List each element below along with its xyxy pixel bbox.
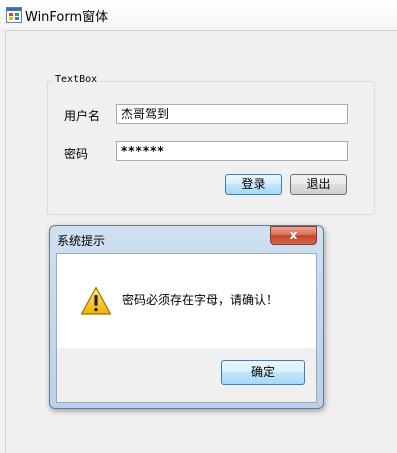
warning-icon	[80, 286, 112, 315]
window-title: WinForm窗体	[25, 10, 109, 25]
ok-button[interactable]: 确定	[221, 360, 305, 385]
password-input[interactable]: ******	[116, 141, 348, 161]
main-titlebar[interactable]: WinForm窗体	[0, 0, 397, 30]
message-box-title: 系统提示	[57, 234, 106, 248]
close-icon: x	[289, 228, 298, 242]
password-label: 密码	[64, 147, 89, 161]
close-button[interactable]: x	[270, 226, 317, 245]
message-text: 密码必须存在字母，请确认！	[122, 293, 279, 307]
username-label: 用户名	[64, 109, 101, 123]
username-input[interactable]: 杰哥驾到	[116, 104, 348, 124]
winform-app-icon	[6, 7, 22, 23]
login-button[interactable]: 登录	[225, 174, 282, 195]
groupbox-title: TextBox	[53, 74, 100, 85]
exit-button[interactable]: 退出	[290, 174, 347, 195]
